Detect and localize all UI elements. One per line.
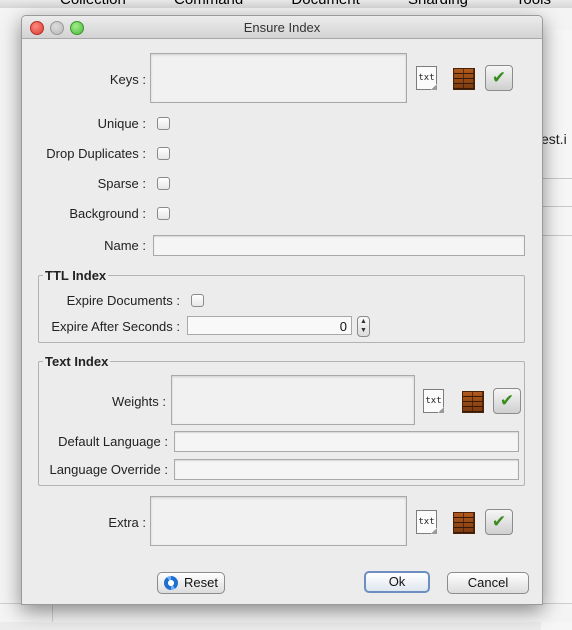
ttl-index-title: TTL Index xyxy=(43,268,109,283)
drop-duplicates-checkbox[interactable] xyxy=(157,147,170,160)
dialog-title: Ensure Index xyxy=(243,20,321,35)
background-bottom-bar xyxy=(0,603,572,622)
extra-textarea[interactable] xyxy=(150,496,407,546)
background-menubar: Collection Command Document Sharding Too… xyxy=(0,0,572,8)
menu-tools[interactable]: Tools xyxy=(516,0,551,8)
drop-duplicates-label: Drop Duplicates : xyxy=(46,146,146,161)
language-override-field[interactable] xyxy=(174,459,519,480)
extra-validate-check-button[interactable]: ✔ xyxy=(485,509,513,535)
weights-textarea[interactable] xyxy=(171,375,415,425)
background-right-panel xyxy=(541,30,572,630)
unique-checkbox[interactable] xyxy=(157,117,170,130)
unique-label: Unique : xyxy=(97,116,146,131)
dialog-titlebar: Ensure Index xyxy=(22,16,542,39)
background-checkbox[interactable] xyxy=(157,207,170,220)
weights-brick-icon[interactable] xyxy=(462,391,484,413)
expire-documents-checkbox[interactable] xyxy=(191,294,204,307)
cancel-button[interactable]: Cancel xyxy=(447,572,529,594)
weights-txt-file-icon[interactable]: txt xyxy=(423,389,444,413)
reset-button[interactable]: Reset xyxy=(157,572,225,594)
extra-brick-icon[interactable] xyxy=(453,512,475,534)
expire-documents-label: Expire Documents : xyxy=(66,293,180,308)
background-partial-text: est.i xyxy=(541,131,567,147)
reset-button-label: Reset xyxy=(184,575,218,590)
keys-textarea[interactable] xyxy=(150,53,407,103)
expire-after-seconds-field[interactable]: 0 xyxy=(187,316,352,335)
expire-after-seconds-stepper[interactable]: ▲ ▼ xyxy=(357,316,370,337)
background-label: Background : xyxy=(69,206,146,221)
weights-validate-check-button[interactable]: ✔ xyxy=(493,388,521,414)
default-language-field[interactable] xyxy=(174,431,519,452)
extra-label: Extra : xyxy=(108,515,146,530)
keys-label: Keys : xyxy=(109,72,146,87)
weights-label: Weights : xyxy=(112,394,166,409)
txt-file-icon[interactable]: txt xyxy=(416,66,437,90)
reset-refresh-icon xyxy=(164,576,179,590)
language-override-label: Language Override : xyxy=(49,462,168,477)
sparse-label: Sparse : xyxy=(97,176,146,191)
ensure-index-dialog: Ensure Index Keys : txt ✔ Unique : Drop … xyxy=(21,15,543,605)
menu-sharding[interactable]: Sharding xyxy=(408,0,468,8)
name-field[interactable] xyxy=(153,235,525,256)
menu-command[interactable]: Command xyxy=(174,0,243,8)
brick-icon[interactable] xyxy=(453,68,475,90)
extra-txt-file-icon[interactable]: txt xyxy=(416,510,437,534)
name-label: Name : xyxy=(104,238,146,253)
validate-check-button[interactable]: ✔ xyxy=(485,65,513,91)
text-index-title: Text Index xyxy=(43,354,111,369)
menu-document[interactable]: Document xyxy=(291,0,359,8)
ok-button[interactable]: Ok xyxy=(364,571,430,593)
expire-after-seconds-label: Expire After Seconds : xyxy=(51,319,180,334)
menu-collection[interactable]: Collection xyxy=(60,0,126,8)
sparse-checkbox[interactable] xyxy=(157,177,170,190)
default-language-label: Default Language : xyxy=(58,434,168,449)
